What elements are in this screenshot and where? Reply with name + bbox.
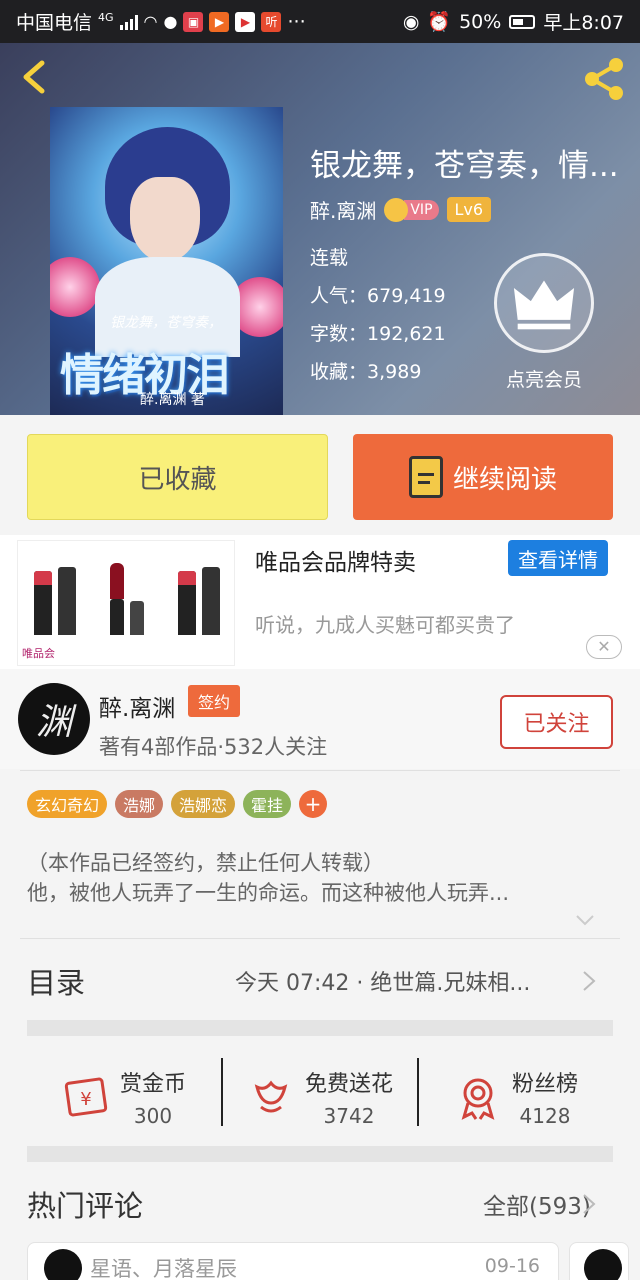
- svg-text:¥: ¥: [80, 1089, 91, 1110]
- tag-item[interactable]: 浩娜: [115, 790, 164, 818]
- crown-icon: [513, 280, 575, 330]
- toc-row[interactable]: 目录 今天 07:42 · 绝世篇.兄妹相...: [27, 955, 613, 1007]
- vip-badge: VIP: [384, 197, 439, 222]
- tag-item[interactable]: 霍挂: [243, 790, 292, 818]
- signed-badge: 签约: [188, 685, 241, 717]
- back-icon[interactable]: [16, 57, 56, 97]
- popularity: 人气：679,419: [310, 285, 446, 307]
- author-name[interactable]: 醉.离渊: [99, 689, 175, 723]
- fans-stat[interactable]: 粉丝榜 4128: [419, 1050, 613, 1144]
- word-count: 字数：192,621: [310, 323, 446, 345]
- commenter-avatar: [584, 1249, 622, 1280]
- ad-brand-label: 唯品会: [22, 647, 55, 660]
- commenter-name: 星语、月落星辰: [90, 1257, 237, 1280]
- author-section: 渊 醉.离渊 签约 著有4部作品·532人关注 已关注: [0, 669, 640, 769]
- comment-card[interactable]: 星语、月落星辰 09-16: [27, 1242, 559, 1280]
- divider: [20, 770, 620, 771]
- section-divider: [27, 1146, 613, 1162]
- author-avatar[interactable]: 渊: [18, 683, 90, 755]
- all-comments-link[interactable]: 全部(593): [483, 1187, 591, 1221]
- follow-button[interactable]: 已关注: [500, 695, 613, 749]
- level-badge: Lv6: [446, 197, 492, 222]
- battery-icon: [509, 14, 536, 29]
- reward-stat[interactable]: ¥ 赏金币 300: [27, 1050, 221, 1144]
- medal-icon: [461, 1078, 495, 1120]
- tag-list: 玄幻奇幻 浩娜 浩娜恋 霍挂 +: [27, 790, 328, 818]
- ad-close-icon[interactable]: ✕: [586, 635, 622, 659]
- carrier-label: 中国电信: [16, 12, 93, 34]
- support-stats: ¥ 赏金币 300 免费送花 3742 粉丝榜 4128: [27, 1050, 613, 1144]
- cover-author: 醉.离渊 著: [140, 392, 205, 408]
- book-title: 银龙舞，苍穹奏，情...: [310, 148, 619, 184]
- reader-app-icon: ▣: [183, 11, 204, 32]
- eye-icon: ◉: [402, 10, 420, 33]
- cover-subtitle: 银龙舞，苍穹奏，: [110, 315, 222, 331]
- ad-detail-button[interactable]: 查看详情: [508, 540, 608, 576]
- description-line: （本作品已经签约，禁止任何人转载）: [27, 851, 384, 875]
- book-description[interactable]: （本作品已经签约，禁止任何人转载） 他，被他人玩弄了一生的命运。而这种被他人玩弄…: [27, 848, 613, 908]
- author-name[interactable]: 醉.离渊: [310, 195, 376, 224]
- author-row: 醉.离渊 VIP Lv6: [310, 195, 492, 224]
- member-label: 点亮会员: [505, 369, 582, 391]
- message-icon: ●: [163, 12, 178, 31]
- media-app-icon: ▶: [235, 11, 256, 32]
- serial-status: 连载: [310, 247, 349, 269]
- description-line: 他，被他人玩弄了一生的命运。而这种被他人玩弄...: [27, 881, 510, 905]
- alarm-icon: ⏰: [427, 11, 452, 33]
- continue-reading-button[interactable]: 继续阅读: [353, 434, 613, 520]
- add-tag-button[interactable]: +: [299, 790, 328, 818]
- ad-image[interactable]: 唯品会: [17, 540, 235, 666]
- hot-comments-header: 热门评论 全部(593): [27, 1180, 613, 1228]
- hot-comments-title: 热门评论: [27, 1189, 144, 1223]
- book-icon: [408, 456, 443, 498]
- book-cover[interactable]: 银龙舞，苍穹奏， 情绪初泪 醉.离渊 著: [50, 107, 283, 415]
- collected-button[interactable]: 已收藏: [27, 434, 328, 520]
- video-app-icon: ▶: [209, 11, 230, 32]
- ad-banner[interactable]: 唯品会 唯品会品牌特卖 查看详情 听说，九成人买魅可都买贵了 ✕: [0, 535, 640, 669]
- wifi-icon: ◠: [143, 12, 158, 31]
- reward-icon: ¥: [64, 1077, 108, 1117]
- more-notifications: ···: [287, 10, 306, 33]
- clock: 早上8:07: [543, 12, 624, 34]
- toc-title: 目录: [27, 966, 86, 1000]
- latest-chapter: 今天 07:42 · 绝世篇.兄妹相...: [235, 971, 531, 996]
- section-divider: [27, 1020, 613, 1036]
- network-label: 4G: [98, 11, 114, 24]
- collect-count: 收藏：3,989: [310, 361, 422, 383]
- chevron-right-icon[interactable]: [582, 1193, 596, 1215]
- tag-item[interactable]: 玄幻奇幻: [27, 790, 108, 818]
- ad-title: 唯品会品牌特卖: [255, 550, 416, 576]
- chevron-down-icon[interactable]: [575, 910, 595, 930]
- book-header: 银龙舞，苍穹奏， 情绪初泪 醉.离渊 著 银龙舞，苍穹奏，情... 醉.离渊 V…: [0, 43, 640, 415]
- author-stats: 著有4部作品·532人关注: [99, 735, 328, 759]
- ad-description: 听说，九成人买魅可都买贵了: [255, 613, 515, 637]
- book-detail-page: 中国电信 4G ◠ ● ▣ ▶ ▶ 听 ··· ◉ ⏰ 50% 早上8:07 银…: [0, 0, 640, 1280]
- commenter-avatar: [44, 1249, 82, 1280]
- battery-percent: 50%: [459, 10, 502, 33]
- comment-date: 09-16: [484, 1255, 540, 1277]
- crown-icon: [384, 197, 409, 222]
- flower-stat[interactable]: 免费送花 3742: [223, 1050, 417, 1144]
- divider: [20, 938, 620, 939]
- member-button[interactable]: [494, 253, 594, 353]
- status-bar: 中国电信 4G ◠ ● ▣ ▶ ▶ 听 ··· ◉ ⏰ 50% 早上8:07: [0, 0, 640, 43]
- listen-app-icon: 听: [261, 11, 282, 32]
- comment-card[interactable]: [569, 1242, 629, 1280]
- share-icon[interactable]: [580, 55, 628, 103]
- chevron-right-icon: [583, 971, 596, 991]
- tag-item[interactable]: 浩娜恋: [171, 790, 236, 818]
- signal-icon: [119, 14, 138, 30]
- flower-icon: [254, 1080, 288, 1113]
